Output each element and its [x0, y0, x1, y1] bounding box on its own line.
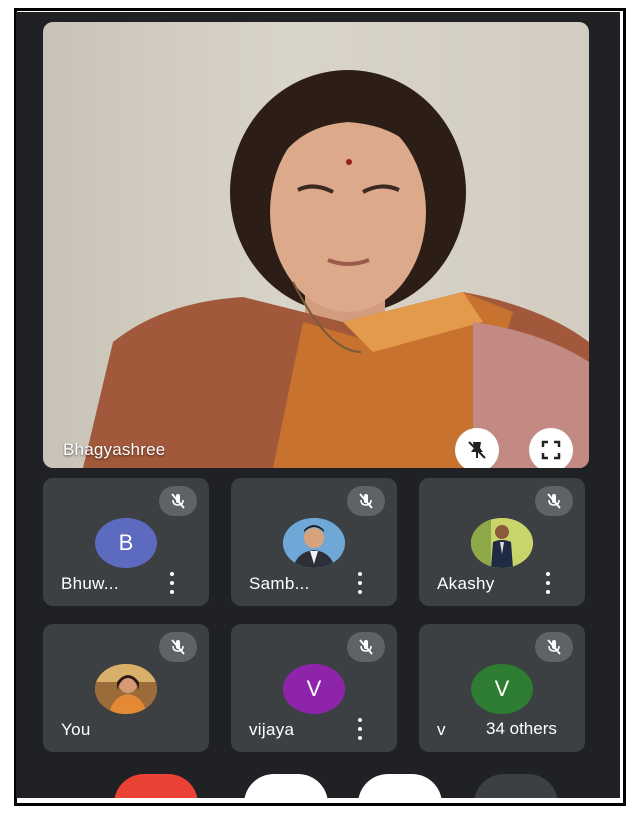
- more-controls-button[interactable]: [474, 774, 558, 798]
- meet-screen: Bhagyashree B Bhuw... Samb... Akashy You…: [16, 12, 620, 798]
- profile-photo: [471, 518, 533, 568]
- avatar-photo: [471, 518, 533, 568]
- participant-tile[interactable]: V vijaya: [231, 624, 397, 752]
- mic-off-icon: [171, 639, 185, 655]
- muted-badge: [347, 486, 385, 516]
- participant-name: Samb...: [249, 574, 310, 593]
- camera-button[interactable]: [358, 774, 442, 798]
- participant-name: vijaya: [249, 720, 295, 739]
- unpin-button[interactable]: [455, 428, 499, 468]
- profile-photo: [95, 664, 157, 714]
- main-speaker-tile[interactable]: Bhagyashree: [43, 22, 589, 468]
- mic-off-icon: [547, 639, 561, 655]
- participant-tile[interactable]: You: [43, 624, 209, 752]
- more-options-icon[interactable]: [357, 572, 363, 594]
- participant-tile[interactable]: Akashy: [419, 478, 585, 606]
- avatar-initial: V: [494, 676, 510, 701]
- speaker-name-label: Bhagyashree: [63, 440, 166, 459]
- participant-name: Akashy: [437, 574, 495, 593]
- participant-name: Bhuw...: [61, 574, 119, 593]
- muted-badge: [535, 632, 573, 662]
- avatar: B: [95, 518, 157, 568]
- mic-off-icon: [359, 639, 373, 655]
- avatar: V: [471, 664, 533, 714]
- avatar-photo: [283, 518, 345, 568]
- microphone-button[interactable]: [244, 774, 328, 798]
- participant-name: You: [61, 720, 91, 739]
- muted-badge: [347, 632, 385, 662]
- participant-name: v: [437, 720, 446, 739]
- more-options-icon[interactable]: [357, 718, 363, 740]
- participant-tile[interactable]: Samb...: [231, 478, 397, 606]
- profile-photo: [283, 518, 345, 568]
- end-call-button[interactable]: [114, 774, 198, 798]
- participant-tile[interactable]: B Bhuw...: [43, 478, 209, 606]
- speaker-video: [83, 70, 589, 468]
- pin-off-icon: [468, 441, 486, 459]
- others-count-badge[interactable]: 34 others: [470, 714, 573, 744]
- muted-badge: [159, 486, 197, 516]
- fullscreen-button[interactable]: [529, 428, 573, 468]
- avatar-initial: V: [306, 676, 322, 701]
- muted-badge: [535, 486, 573, 516]
- fullscreen-icon: [541, 440, 561, 460]
- avatar-photo: [95, 664, 157, 714]
- mic-off-icon: [171, 493, 185, 509]
- more-options-icon[interactable]: [169, 572, 175, 594]
- mic-off-icon: [547, 493, 561, 509]
- more-options-icon[interactable]: [545, 572, 551, 594]
- muted-badge: [159, 632, 197, 662]
- avatar: V: [283, 664, 345, 714]
- avatar-initial: B: [118, 530, 134, 555]
- mic-off-icon: [359, 493, 373, 509]
